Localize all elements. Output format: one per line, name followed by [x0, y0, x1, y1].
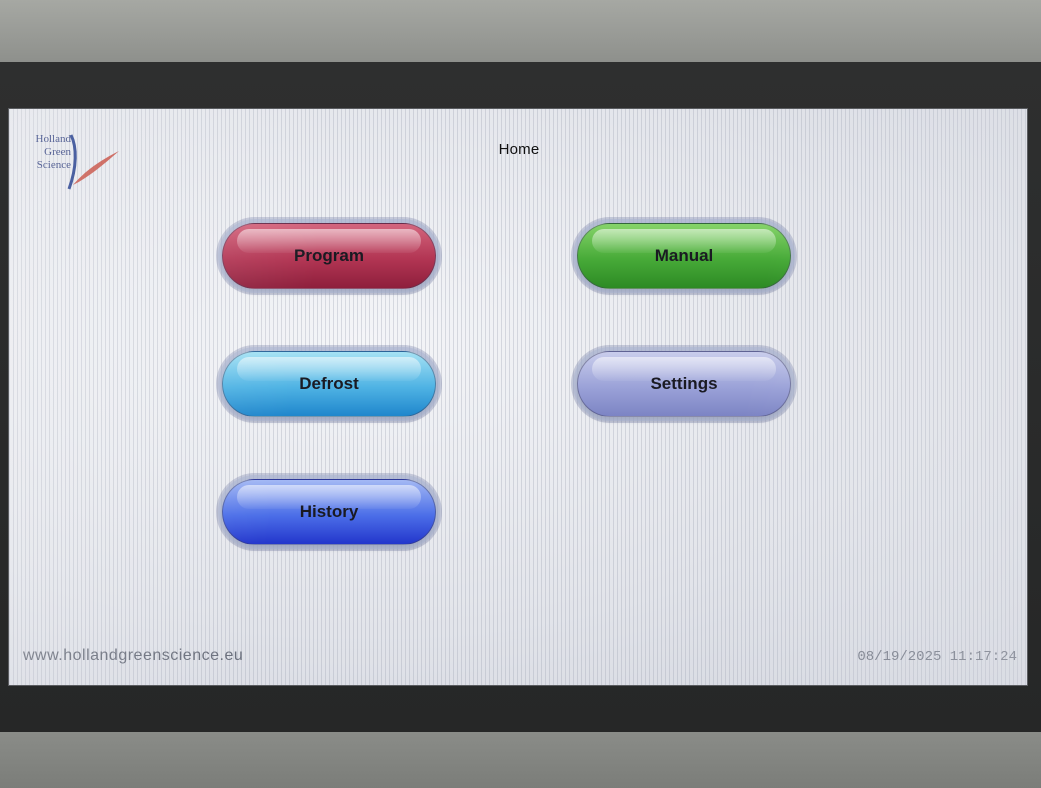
defrost-button-label: Defrost	[299, 374, 359, 393]
manual-button[interactable]: Manual	[577, 223, 791, 289]
touch-screen: Holland Green Science Home Program Manua…	[8, 108, 1028, 686]
device-housing-bottom	[0, 732, 1041, 788]
settings-button-label: Settings	[650, 374, 718, 393]
page-title: Home	[498, 141, 540, 158]
settings-button[interactable]: Settings	[577, 351, 791, 417]
device-housing-top	[0, 0, 1041, 62]
logo-line-3: Science	[36, 159, 71, 171]
website-url: www.hollandgreenscience.eu	[23, 647, 244, 664]
program-button-label: Program	[294, 246, 364, 265]
datetime-display: 08/19/2025 11:17:24	[857, 649, 1017, 665]
defrost-button[interactable]: Defrost	[222, 351, 436, 417]
manual-button-label: Manual	[654, 246, 714, 265]
program-button[interactable]: Program	[222, 223, 436, 289]
history-button-label: History	[299, 502, 359, 521]
history-button[interactable]: History	[222, 479, 436, 545]
